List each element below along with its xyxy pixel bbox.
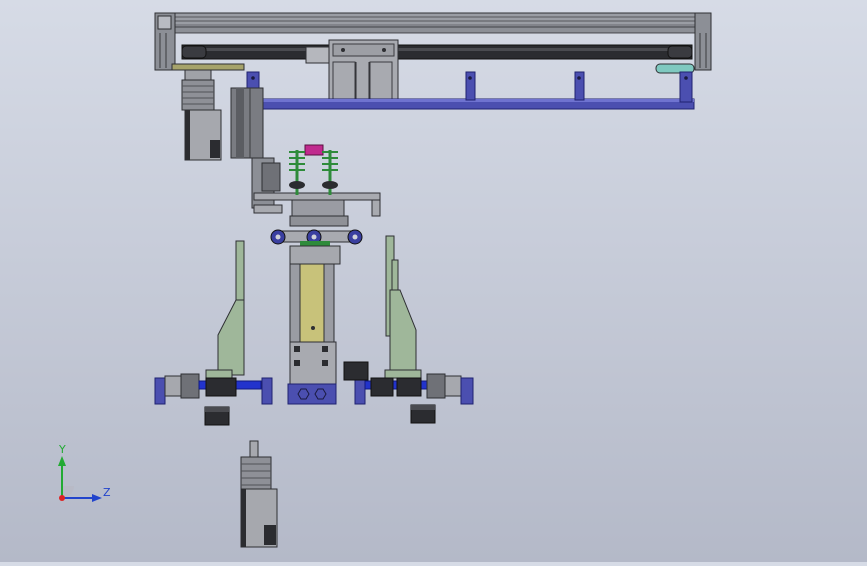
spring-assembly <box>289 144 338 195</box>
belt-carriage[interactable] <box>305 39 399 103</box>
stop-block-right <box>410 404 436 424</box>
z-axis-label: Z <box>103 486 111 499</box>
left-guide-plate[interactable] <box>205 240 245 379</box>
central-lift-cylinder[interactable] <box>287 245 341 405</box>
top-stepper-motor[interactable] <box>181 69 222 161</box>
cad-viewport[interactable] <box>0 0 867 562</box>
horizontal-rail[interactable] <box>246 71 695 110</box>
coordinate-triad <box>58 456 102 502</box>
left-lead-screw[interactable] <box>154 373 273 405</box>
top-gantry-frame[interactable] <box>154 12 712 71</box>
y-axis-label: Y <box>59 443 66 456</box>
timing-belt <box>181 44 693 60</box>
stop-block-left <box>204 406 230 426</box>
right-guide-plate[interactable] <box>384 235 422 379</box>
assembly-drawing <box>58 12 712 548</box>
roller-bar[interactable] <box>270 229 363 247</box>
gripper-mount-bracket[interactable] <box>253 192 381 227</box>
motor-mount-plate <box>171 63 245 71</box>
bottom-stepper-motor[interactable] <box>240 440 278 548</box>
